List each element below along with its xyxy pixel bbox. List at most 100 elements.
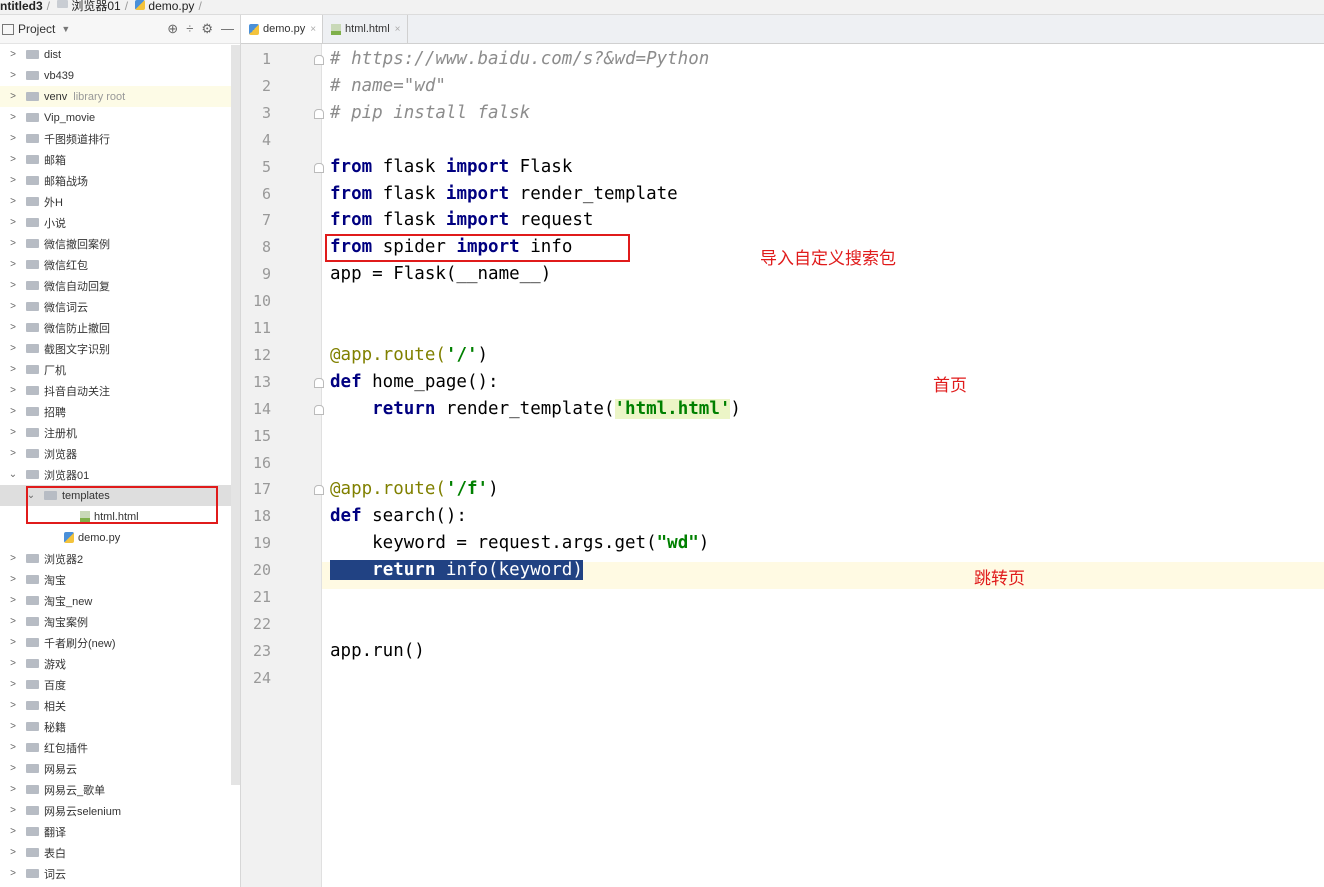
code-line[interactable]: def home_page(): (330, 369, 499, 396)
fold-marker-icon[interactable] (314, 485, 324, 496)
code-editor[interactable]: # https://www.baidu.com/s?&wd=Python # na… (314, 44, 1324, 887)
chevron-right-icon[interactable]: > (6, 448, 20, 459)
tree-item[interactable]: > 微信词云 (0, 296, 240, 317)
tree-item[interactable]: > 外H (0, 191, 240, 212)
fold-marker-icon[interactable] (314, 162, 324, 173)
chevron-right-icon[interactable]: > (6, 658, 20, 669)
tree-item[interactable]: demo.py (0, 527, 240, 548)
breadcrumb-folder[interactable]: 浏览器01 (57, 0, 121, 12)
tree-item[interactable]: > dist (0, 44, 240, 65)
hide-icon[interactable]: — (221, 21, 234, 37)
tree-item[interactable]: ⌄ 浏览器01 (0, 464, 240, 485)
code-line[interactable]: return info(keyword) (330, 557, 583, 584)
tree-item[interactable]: > 邮箱战场 (0, 170, 240, 191)
code-line[interactable]: # https://www.baidu.com/s?&wd=Python (330, 46, 709, 73)
chevron-right-icon[interactable]: > (6, 217, 20, 228)
tree-item[interactable]: > 淘宝_new (0, 590, 240, 611)
chevron-right-icon[interactable]: > (6, 364, 20, 375)
tree-item[interactable]: > 微信撤回案例 (0, 233, 240, 254)
breadcrumb-file[interactable]: demo.py (135, 0, 194, 12)
chevron-right-icon[interactable]: > (6, 742, 20, 753)
code-line[interactable]: # pip install falsk (330, 100, 530, 127)
fold-marker-icon[interactable] (314, 404, 324, 415)
tree-item[interactable]: > Vip_movie (0, 107, 240, 128)
close-icon[interactable]: × (310, 24, 316, 35)
chevron-right-icon[interactable]: > (6, 175, 20, 186)
tree-item[interactable]: > vb439 (0, 65, 240, 86)
tree-item[interactable]: > 游戏 (0, 653, 240, 674)
tree-item[interactable]: > 微信红包 (0, 254, 240, 275)
code-line[interactable]: from flask import render_template (330, 181, 678, 208)
tree-item[interactable]: > 微信防止撤回 (0, 317, 240, 338)
code-line[interactable]: @app.route('/f') (330, 476, 499, 503)
chevron-right-icon[interactable]: > (6, 280, 20, 291)
chevron-right-icon[interactable]: > (6, 70, 20, 81)
chevron-right-icon[interactable]: > (6, 679, 20, 690)
chevron-right-icon[interactable]: > (6, 91, 20, 102)
chevron-right-icon[interactable]: > (6, 826, 20, 837)
code-line[interactable]: keyword = request.args.get("wd") (330, 530, 709, 557)
code-line[interactable]: app.run() (330, 638, 425, 665)
tree-item[interactable]: > 招聘 (0, 401, 240, 422)
chevron-right-icon[interactable]: > (6, 595, 20, 606)
chevron-right-icon[interactable]: > (6, 616, 20, 627)
code-line[interactable]: # name="wd" (330, 73, 446, 100)
tree-item[interactable]: > 网易云 (0, 758, 240, 779)
tree-item[interactable]: > 抖音自动关注 (0, 380, 240, 401)
chevron-right-icon[interactable]: > (6, 343, 20, 354)
tree-item[interactable]: > 浏览器 (0, 443, 240, 464)
sidebar-scrollbar[interactable] (231, 45, 240, 785)
chevron-right-icon[interactable]: > (6, 196, 20, 207)
tree-item[interactable]: > 翻译 (0, 821, 240, 842)
chevron-right-icon[interactable]: > (6, 553, 20, 564)
tree-item[interactable]: > 截图文字识别 (0, 338, 240, 359)
tab-demo-py[interactable]: demo.py × (241, 15, 324, 43)
chevron-right-icon[interactable]: > (6, 301, 20, 312)
code-line[interactable]: from flask import request (330, 207, 593, 234)
gear-icon[interactable]: ⚙ (201, 21, 213, 37)
code-line[interactable]: app = Flask(__name__) (330, 261, 551, 288)
tree-item[interactable]: > 浏览器2 (0, 548, 240, 569)
tree-item[interactable]: > 相关 (0, 695, 240, 716)
chevron-right-icon[interactable]: > (6, 721, 20, 732)
code-line[interactable]: from flask import Flask (330, 154, 572, 181)
chevron-right-icon[interactable]: > (6, 805, 20, 816)
tree-item[interactable]: > 表白 (0, 842, 240, 863)
chevron-right-icon[interactable]: > (6, 427, 20, 438)
fold-marker-icon[interactable] (314, 377, 324, 388)
chevron-right-icon[interactable]: > (6, 574, 20, 585)
chevron-right-icon[interactable]: > (6, 154, 20, 165)
code-line[interactable]: def search(): (330, 503, 467, 530)
chevron-right-icon[interactable]: > (6, 49, 20, 60)
tree-item[interactable]: > 千图频道排行 (0, 128, 240, 149)
chevron-right-icon[interactable]: > (6, 385, 20, 396)
chevron-right-icon[interactable]: > (6, 322, 20, 333)
tree-item[interactable]: > 网易云selenium (0, 800, 240, 821)
tree-item[interactable]: > 注册机 (0, 422, 240, 443)
chevron-right-icon[interactable]: > (6, 847, 20, 858)
code-line[interactable]: return render_template('html.html') (330, 396, 741, 423)
chevron-right-icon[interactable]: > (6, 784, 20, 795)
chevron-down-icon[interactable]: ⌄ (6, 469, 20, 480)
tree-item[interactable]: > 秘籍 (0, 716, 240, 737)
chevron-down-icon[interactable]: ▼ (61, 24, 70, 34)
tab-html-html[interactable]: html.html × (323, 15, 408, 43)
breadcrumb-project[interactable]: ntitled3 (0, 0, 43, 12)
fold-marker-icon[interactable] (314, 108, 324, 119)
code-line[interactable]: @app.route('/') (330, 342, 488, 369)
tree-item[interactable]: > 邮箱 (0, 149, 240, 170)
fold-marker-icon[interactable] (314, 55, 324, 65)
chevron-right-icon[interactable]: > (6, 700, 20, 711)
tree-item[interactable]: > 红包插件 (0, 737, 240, 758)
chevron-right-icon[interactable]: > (6, 763, 20, 774)
tree-item[interactable]: > 词云 (0, 863, 240, 884)
chevron-right-icon[interactable]: > (6, 406, 20, 417)
locate-icon[interactable]: ⊕ (167, 21, 178, 37)
tree-item[interactable]: > 小说 (0, 212, 240, 233)
tree-item[interactable]: > venv library root (0, 86, 240, 107)
tree-item[interactable]: > 淘宝 (0, 569, 240, 590)
project-view-selector[interactable]: Project (18, 22, 55, 36)
collapse-icon[interactable]: ÷ (186, 21, 193, 37)
chevron-right-icon[interactable]: > (6, 868, 20, 879)
tree-item[interactable]: > 百度 (0, 674, 240, 695)
